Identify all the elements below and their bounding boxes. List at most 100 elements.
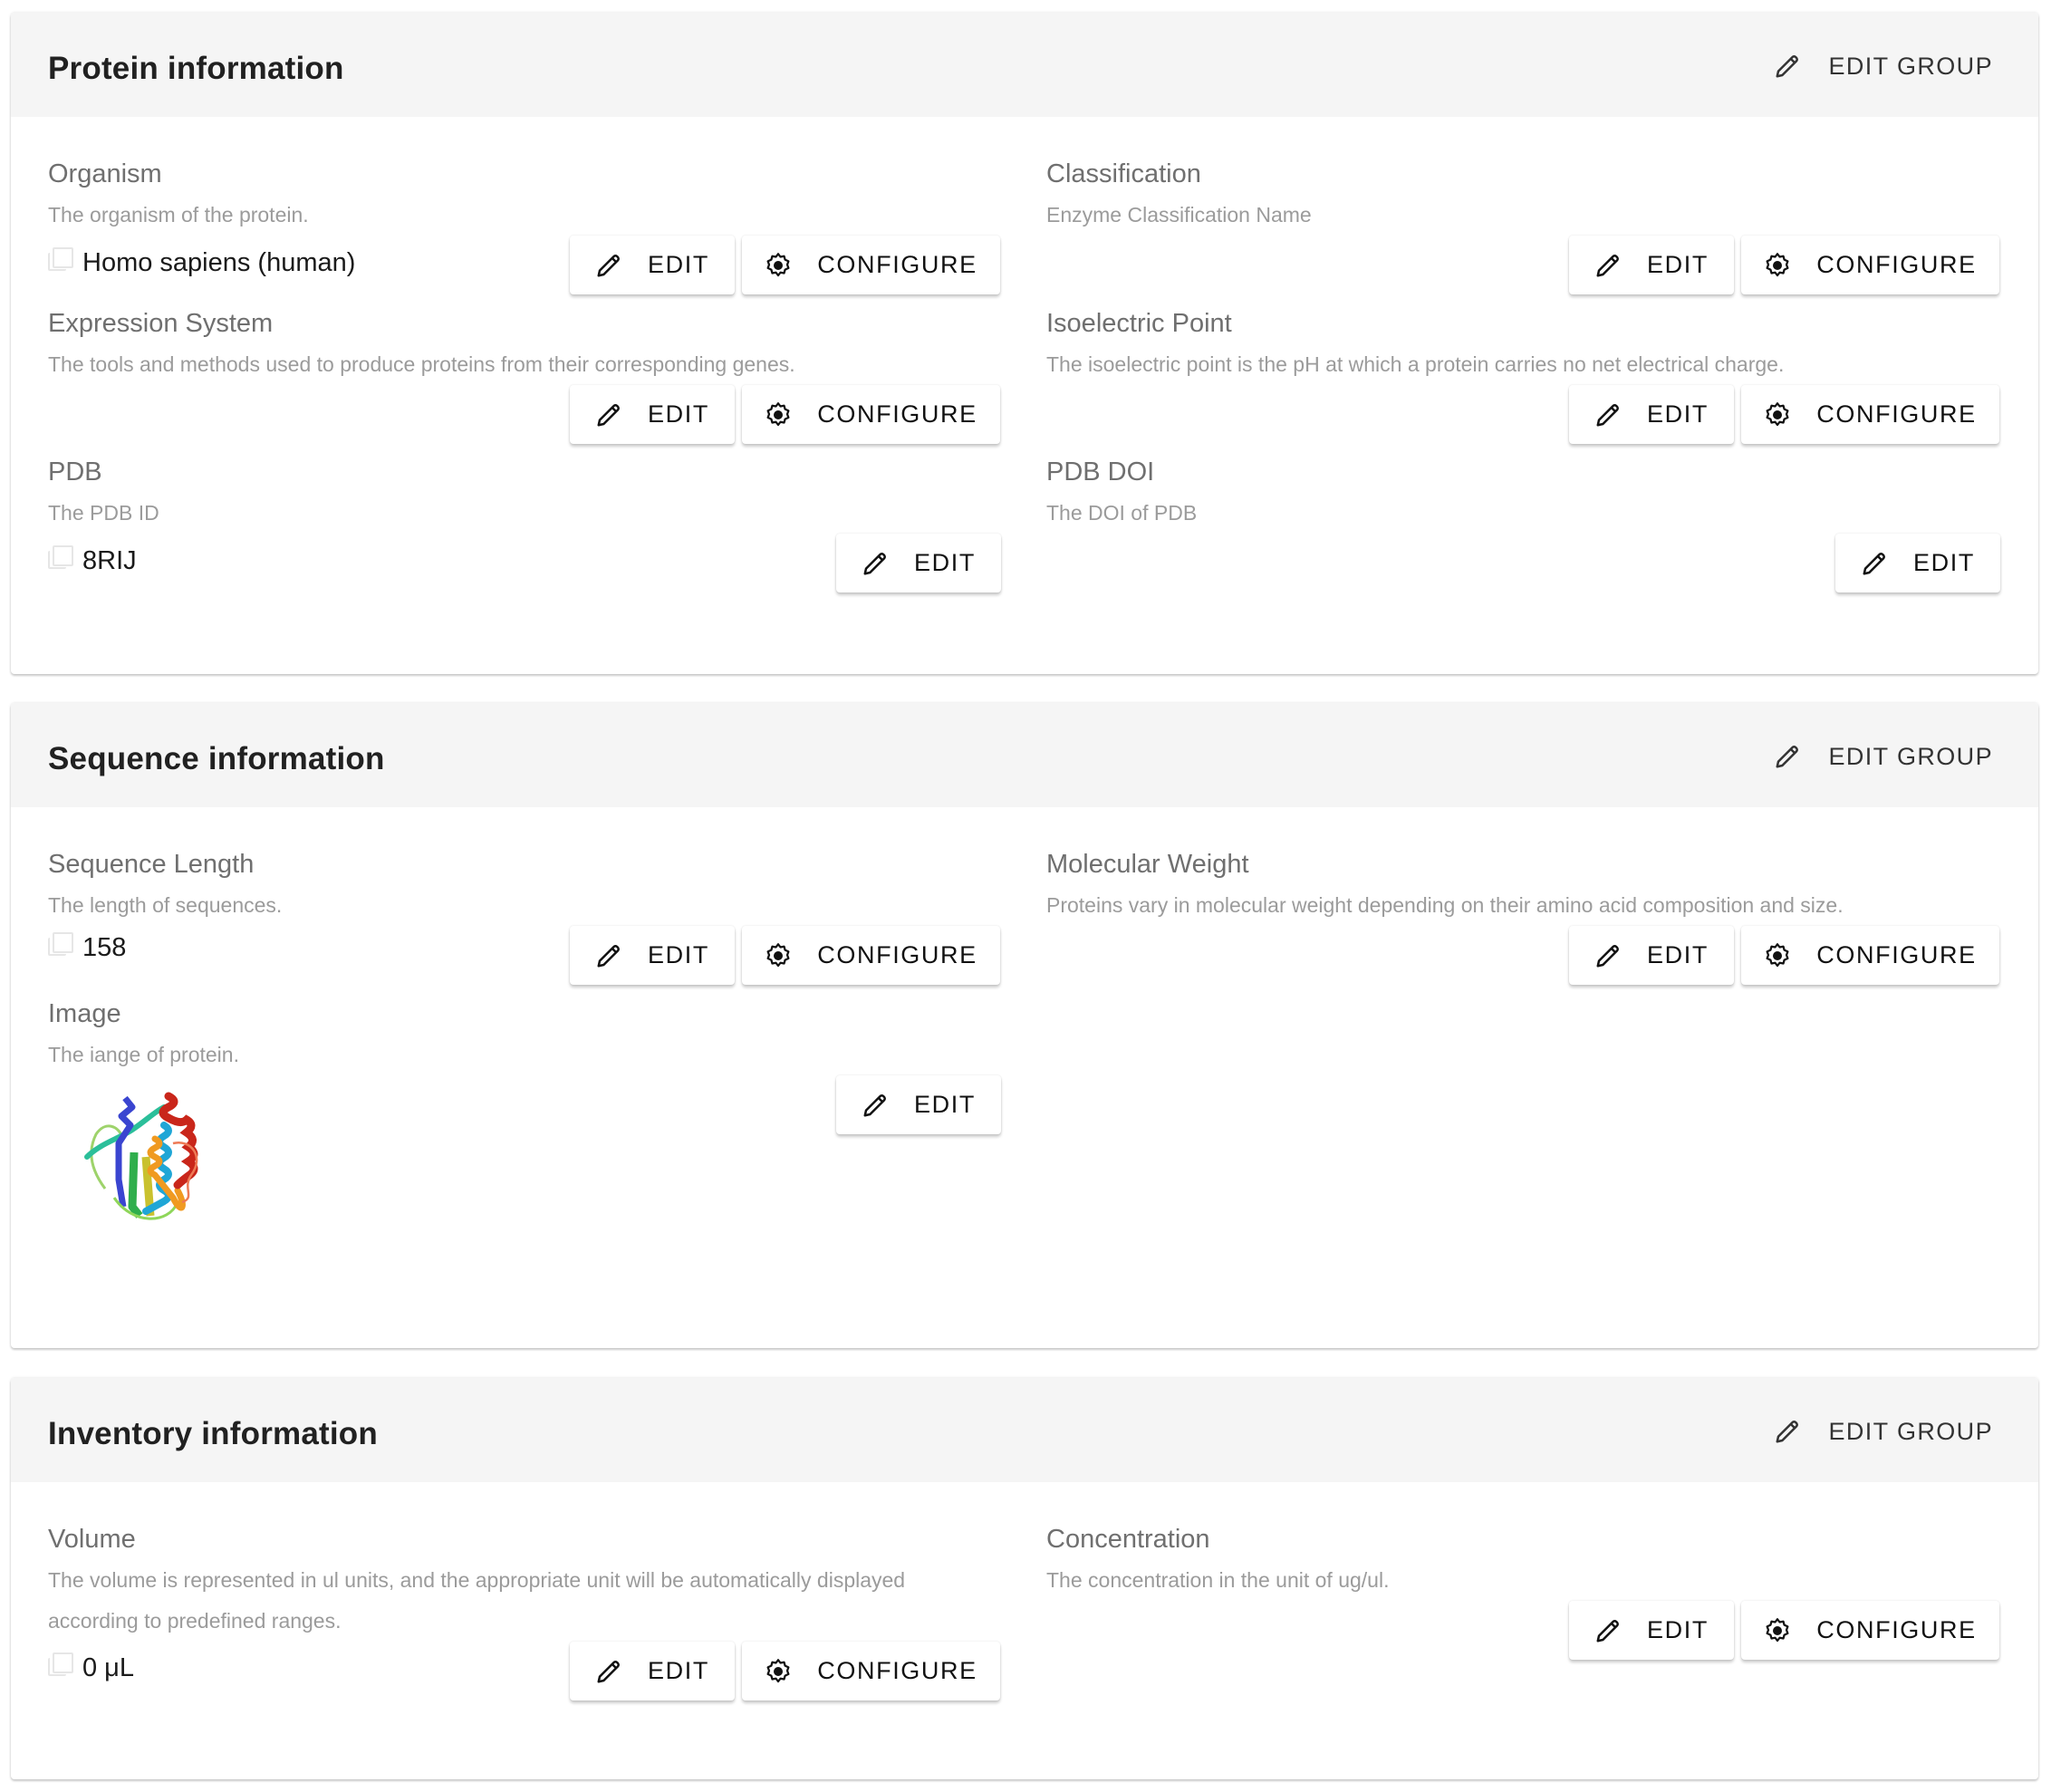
pencil-icon — [1861, 550, 1888, 577]
copy-icon[interactable] — [48, 246, 73, 271]
edit-button[interactable]: EDIT — [1569, 385, 1734, 444]
field-description: The length of sequences. — [48, 893, 283, 917]
field-label: Classification — [1046, 159, 1201, 188]
edit-button[interactable]: EDIT — [570, 1642, 735, 1700]
gear-icon — [1764, 252, 1791, 279]
configure-button[interactable]: CONFIGURE — [742, 385, 1000, 444]
edit-label: EDIT — [1913, 549, 1975, 576]
copy-icon[interactable] — [48, 931, 73, 956]
edit-label: EDIT — [648, 941, 709, 968]
configure-label: CONFIGURE — [817, 941, 977, 968]
pencil-icon — [1594, 1617, 1622, 1644]
field-description: Proteins vary in molecular weight depend… — [1046, 893, 1844, 917]
group-title: Sequence information — [48, 741, 385, 776]
field-value-text: 8RIJ — [82, 546, 137, 575]
field-label: PDB — [48, 458, 102, 487]
pencil-icon — [595, 1658, 622, 1685]
edit-button[interactable]: EDIT — [1569, 236, 1734, 294]
edit-label: EDIT — [1647, 1616, 1709, 1643]
field-label: Isoelectric Point — [1046, 309, 1232, 338]
edit-button[interactable]: EDIT — [836, 1075, 1001, 1134]
field-description: The organism of the protein. — [48, 203, 309, 226]
field-actions: EDIT CONFIGURE — [1569, 385, 1999, 444]
group-card-sequence-information: Sequence information EDIT GROUP Sequence… — [11, 703, 2038, 1348]
edit-button[interactable]: EDIT — [1835, 534, 2000, 593]
edit-button[interactable]: EDIT — [570, 385, 735, 444]
edit-label: EDIT — [914, 1091, 976, 1118]
configure-button[interactable]: CONFIGURE — [742, 236, 1000, 294]
field-value: 0 μL — [48, 1652, 135, 1683]
field-label: Expression System — [48, 309, 274, 338]
edit-label: EDIT — [1647, 400, 1709, 428]
field-description: The iange of protein. — [48, 1043, 239, 1066]
edit-group-button[interactable]: EDIT GROUP — [1774, 1409, 1993, 1454]
configure-button[interactable]: CONFIGURE — [742, 1642, 1000, 1700]
field-value-text: 0 μL — [82, 1653, 135, 1682]
configure-label: CONFIGURE — [1816, 1616, 1977, 1643]
field-actions: EDIT — [836, 1075, 1001, 1134]
pencil-icon — [1774, 743, 1801, 770]
pencil-icon — [862, 1092, 889, 1119]
field-actions: EDIT CONFIGURE — [1569, 236, 1999, 294]
pencil-icon — [862, 550, 889, 577]
pencil-icon — [595, 401, 622, 429]
edit-group-button[interactable]: EDIT GROUP — [1774, 43, 1993, 89]
field-actions: EDIT CONFIGURE — [570, 1642, 1000, 1700]
configure-button[interactable]: CONFIGURE — [1741, 926, 1999, 985]
group-card-inventory-information: Inventory information EDIT GROUP Volume … — [11, 1378, 2038, 1779]
pencil-icon — [1594, 401, 1622, 429]
group-title: Protein information — [48, 51, 344, 86]
edit-label: EDIT — [1647, 941, 1709, 968]
field-value: Homo sapiens (human) — [48, 246, 356, 278]
configure-button[interactable]: CONFIGURE — [1741, 385, 1999, 444]
configure-label: CONFIGURE — [817, 400, 977, 428]
copy-icon[interactable] — [48, 544, 73, 569]
copy-icon[interactable] — [48, 1652, 73, 1676]
field-actions: EDIT CONFIGURE — [570, 385, 1000, 444]
protein-structure-image — [84, 1092, 198, 1220]
gear-icon — [765, 401, 792, 429]
edit-group-label: EDIT GROUP — [1828, 52, 1993, 80]
pencil-icon — [595, 252, 622, 279]
configure-button[interactable]: CONFIGURE — [1741, 1601, 1999, 1660]
edit-label: EDIT — [648, 251, 709, 278]
gear-icon — [1764, 401, 1791, 429]
field-label: Concentration — [1046, 1525, 1210, 1554]
field-actions: EDIT — [836, 534, 1001, 593]
configure-button[interactable]: CONFIGURE — [1741, 236, 1999, 294]
field-value: 158 — [48, 931, 127, 963]
field-label: Volume — [48, 1525, 136, 1554]
field-label: Sequence Length — [48, 850, 255, 879]
gear-icon — [1764, 942, 1791, 969]
field-description: The tools and methods used to produce pr… — [48, 352, 795, 376]
edit-group-label: EDIT GROUP — [1828, 1417, 1993, 1445]
group-header: Sequence information EDIT GROUP — [11, 703, 2038, 807]
edit-button[interactable]: EDIT — [570, 236, 735, 294]
edit-button[interactable]: EDIT — [1569, 926, 1734, 985]
pencil-icon — [595, 942, 622, 969]
field-label: PDB DOI — [1046, 458, 1155, 487]
gear-icon — [765, 942, 792, 969]
field-value-text: 158 — [82, 933, 127, 962]
edit-group-label: EDIT GROUP — [1828, 742, 1993, 770]
configure-button[interactable]: CONFIGURE — [742, 926, 1000, 985]
edit-button[interactable]: EDIT — [570, 926, 735, 985]
field-label: Image — [48, 999, 121, 1028]
field-description: The DOI of PDB — [1046, 501, 1198, 525]
edit-label: EDIT — [648, 1657, 709, 1684]
field-value-text: Homo sapiens (human) — [82, 248, 356, 277]
field-value: 8RIJ — [48, 544, 137, 576]
configure-label: CONFIGURE — [1816, 251, 1977, 278]
pencil-icon — [1594, 252, 1622, 279]
group-title: Inventory information — [48, 1416, 378, 1451]
field-actions: EDIT CONFIGURE — [570, 926, 1000, 985]
edit-button[interactable]: EDIT — [1569, 1601, 1734, 1660]
configure-label: CONFIGURE — [1816, 400, 1977, 428]
field-description: The isoelectric point is the pH at which… — [1046, 352, 1785, 376]
edit-group-button[interactable]: EDIT GROUP — [1774, 734, 1993, 779]
edit-label: EDIT — [1647, 251, 1709, 278]
configure-label: CONFIGURE — [817, 1657, 977, 1684]
field-label: Molecular Weight — [1046, 850, 1249, 879]
field-actions: EDIT — [1835, 534, 2000, 593]
edit-button[interactable]: EDIT — [836, 534, 1001, 593]
